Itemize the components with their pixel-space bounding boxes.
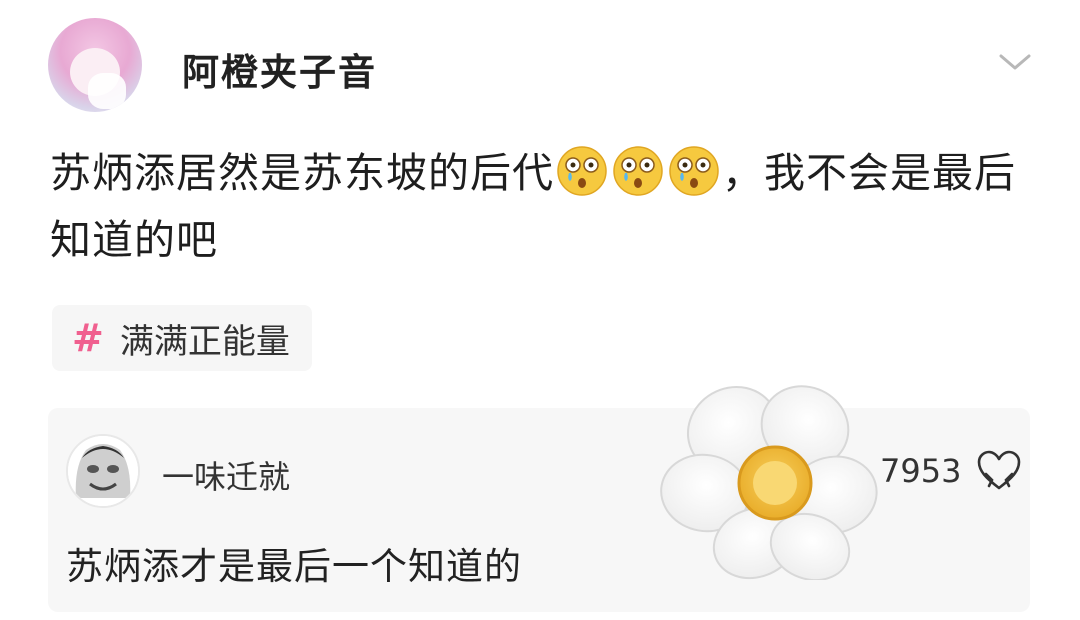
crying-shocked-face-emoji <box>557 146 607 196</box>
like-count: 7953 <box>880 452 962 490</box>
hashtag-icon: # <box>72 316 104 360</box>
post-text-part1: 苏炳添居然是苏东坡的后代 <box>50 149 554 197</box>
topic-tag[interactable]: # 满满正能量 <box>52 305 312 371</box>
avatar-hand <box>88 73 126 109</box>
author-name[interactable]: 阿橙夹子音 <box>182 42 377 96</box>
comment-text: 苏炳添才是最后一个知道的 <box>66 545 522 588</box>
crying-shocked-face-emoji <box>669 146 719 196</box>
author-avatar[interactable] <box>48 18 142 112</box>
heart-hands-like-icon[interactable] <box>976 450 1022 492</box>
meme-face-icon <box>68 436 138 506</box>
commenter-avatar[interactable] <box>66 434 140 508</box>
commenter-name[interactable]: 一味迁就 <box>162 452 290 498</box>
topic-tag-label: 满满正能量 <box>119 321 290 362</box>
chevron-down-icon[interactable] <box>998 52 1032 72</box>
post-body: 苏炳添居然是苏东坡的后代 ，我不会是最后知道的吧 <box>50 140 1030 274</box>
crying-shocked-face-emoji <box>613 146 663 196</box>
flower-sticker-icon <box>660 385 878 580</box>
